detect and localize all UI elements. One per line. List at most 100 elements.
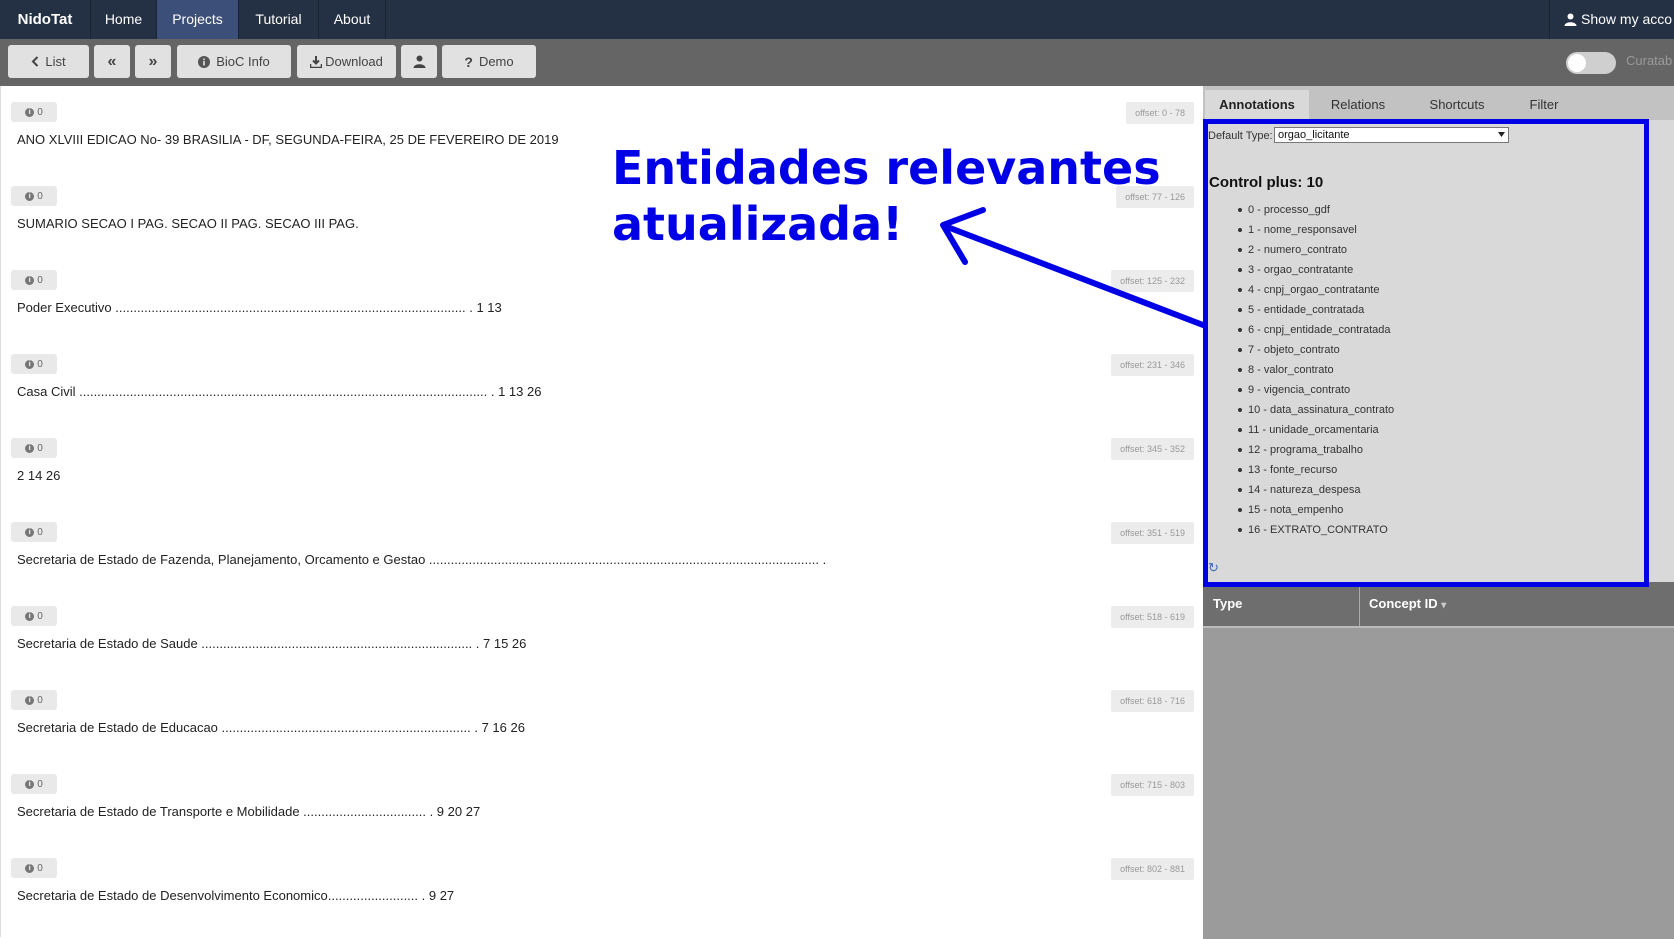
next-document-button[interactable]: » xyxy=(135,45,171,78)
account-menu[interactable]: Show my acco xyxy=(1549,0,1674,39)
passage-text[interactable]: Secretaria de Estado de Desenvolvimento … xyxy=(17,888,454,903)
passage: i0 offset: 802 - 881 Secretaria de Estad… xyxy=(1,842,1204,926)
passage-offset: offset: 351 - 519 xyxy=(1111,522,1194,544)
entity-type-item[interactable]: 15 - nota_empenho xyxy=(1237,500,1394,520)
passage-text[interactable]: Casa Civil .............................… xyxy=(17,384,541,399)
info-icon: i xyxy=(25,359,35,369)
annotation-count-badge[interactable]: i0 xyxy=(11,102,57,122)
entity-type-item[interactable]: 0 - processo_gdf xyxy=(1237,200,1394,220)
passage-text[interactable]: Secretaria de Estado de Saude ..........… xyxy=(17,636,526,651)
control-plus-heading: Control plus: 10 xyxy=(1209,174,1324,191)
info-icon: i xyxy=(25,275,35,285)
passage: i0 offset: 351 - 519 Secretaria de Estad… xyxy=(1,506,1204,590)
passage-text[interactable]: SUMARIO SECAO I PAG. SECAO II PAG. SECAO… xyxy=(17,216,359,231)
column-type[interactable]: Type xyxy=(1213,582,1242,626)
passage: i0 offset: 345 - 352 2 14 26 xyxy=(1,422,1204,506)
annotation-count-badge[interactable]: i0 xyxy=(11,270,57,290)
info-icon: i xyxy=(25,863,35,873)
info-icon: i xyxy=(25,695,35,705)
nav-tutorial[interactable]: Tutorial xyxy=(239,0,319,39)
entity-type-item[interactable]: 9 - vigencia_contrato xyxy=(1237,380,1394,400)
entity-type-item[interactable]: 4 - cnpj_orgao_contratante xyxy=(1237,280,1394,300)
annotation-count-badge[interactable]: i0 xyxy=(11,438,57,458)
entity-type-item[interactable]: 14 - natureza_despesa xyxy=(1237,480,1394,500)
curatable-toggle-label: Curatab xyxy=(1626,53,1673,68)
list-button[interactable]: List xyxy=(8,45,89,78)
entity-type-item[interactable]: 7 - objeto_contrato xyxy=(1237,340,1394,360)
nav-about[interactable]: About xyxy=(319,0,386,39)
passage: i0 offset: 518 - 619 Secretaria de Estad… xyxy=(1,590,1204,674)
bioc-info-button[interactable]: BioC Info xyxy=(177,45,291,78)
passage: i0 offset: 231 - 346 Casa Civil ........… xyxy=(1,338,1204,422)
entity-type-item[interactable]: 6 - cnpj_entidade_contratada xyxy=(1237,320,1394,340)
passage-text[interactable]: Poder Executivo ........................… xyxy=(17,300,502,315)
info-icon: i xyxy=(25,527,35,537)
passage-text[interactable]: Secretaria de Estado de Educacao .......… xyxy=(17,720,525,735)
annotation-count-badge[interactable]: i0 xyxy=(11,690,57,710)
top-navbar: NidoTat Home Projects Tutorial About Sho… xyxy=(0,0,1674,39)
passage-text[interactable]: ANO XLVIII EDICAO No- 39 BRASILIA - DF, … xyxy=(17,132,559,147)
annotation-count: 0 xyxy=(37,862,43,874)
passage-offset: offset: 345 - 352 xyxy=(1111,438,1194,460)
annotation-count-badge[interactable]: i0 xyxy=(11,186,57,206)
download-label: Download xyxy=(325,54,383,69)
tab-relations[interactable]: Relations xyxy=(1309,90,1407,120)
annotation-count: 0 xyxy=(37,778,43,790)
passage-text[interactable]: 2 14 26 xyxy=(17,468,60,483)
annotation-table-body xyxy=(1203,626,1674,939)
account-label: Show my acco xyxy=(1581,11,1673,27)
entity-type-item[interactable]: 1 - nome_responsavel xyxy=(1237,220,1394,240)
annotation-count-badge[interactable]: i0 xyxy=(11,858,57,878)
entity-type-item[interactable]: 11 - unidade_orcamentaria xyxy=(1237,420,1394,440)
chevron-left-icon xyxy=(31,56,39,67)
entity-type-item[interactable]: 8 - valor_contrato xyxy=(1237,360,1394,380)
entity-type-item[interactable]: 10 - data_assinatura_contrato xyxy=(1237,400,1394,420)
document-toolbar: List « » BioC Info Download ? Demo Curat… xyxy=(0,39,1674,86)
tab-shortcuts[interactable]: Shortcuts xyxy=(1407,90,1507,120)
entity-type-item[interactable]: 13 - fonte_recurso xyxy=(1237,460,1394,480)
question-icon: ? xyxy=(464,53,473,70)
nav-home[interactable]: Home xyxy=(91,0,157,39)
annotation-count-badge[interactable]: i0 xyxy=(11,354,57,374)
callout-line-1: Entidades relevantes xyxy=(612,141,1161,195)
toggle-knob xyxy=(1568,54,1586,72)
annotation-count-badge[interactable]: i0 xyxy=(11,522,57,542)
passage-offset: offset: 231 - 346 xyxy=(1111,354,1194,376)
user-icon xyxy=(413,55,425,68)
column-concept-id-label: Concept ID xyxy=(1369,596,1438,611)
curatable-toggle[interactable] xyxy=(1566,52,1616,74)
column-concept-id[interactable]: Concept ID ▾ xyxy=(1369,582,1446,626)
annotation-count-badge[interactable]: i0 xyxy=(11,606,57,626)
user-button[interactable] xyxy=(401,45,437,78)
entity-type-item[interactable]: 16 - EXTRATO_CONTRATO xyxy=(1237,520,1394,540)
passage-offset: offset: 0 - 78 xyxy=(1126,102,1194,124)
tab-filter[interactable]: Filter xyxy=(1507,90,1581,120)
user-icon xyxy=(1564,13,1577,26)
previous-document-button[interactable]: « xyxy=(94,45,130,78)
passage-text[interactable]: Secretaria de Estado de Fazenda, Planeja… xyxy=(17,552,826,567)
annotation-count: 0 xyxy=(37,694,43,706)
entity-type-item[interactable]: 5 - entidade_contratada xyxy=(1237,300,1394,320)
tab-annotations[interactable]: Annotations xyxy=(1205,90,1309,120)
passage-text[interactable]: Secretaria de Estado de Transporte e Mob… xyxy=(17,804,480,819)
nav-projects[interactable]: Projects xyxy=(157,0,239,39)
info-icon: i xyxy=(25,443,35,453)
entity-type-item[interactable]: 12 - programa_trabalho xyxy=(1237,440,1394,460)
annotation-count-badge[interactable]: i0 xyxy=(11,774,57,794)
default-type-select[interactable]: orgao_licitante xyxy=(1274,127,1509,143)
list-button-label: List xyxy=(45,54,66,69)
annotations-pane: Default Type: orgao_licitante Control pl… xyxy=(1203,120,1674,582)
passage: i0 offset: 125 - 232 Poder Executivo ...… xyxy=(1,254,1204,338)
entity-type-item[interactable]: 2 - numero_contrato xyxy=(1237,240,1394,260)
passage: i0 offset: 715 - 803 Secretaria de Estad… xyxy=(1,758,1204,842)
passage: i0 offset: 618 - 716 Secretaria de Estad… xyxy=(1,674,1204,758)
entity-type-item[interactable]: 3 - orgao_contratante xyxy=(1237,260,1394,280)
info-icon: i xyxy=(25,611,35,621)
brand-logo[interactable]: NidoTat xyxy=(0,0,91,39)
download-button[interactable]: Download xyxy=(297,45,396,78)
entity-type-list: 0 - processo_gdf 1 - nome_responsavel 2 … xyxy=(1237,200,1394,540)
refresh-icon[interactable]: ↻ xyxy=(1208,560,1219,576)
annotation-count: 0 xyxy=(37,106,43,118)
demo-button[interactable]: ? Demo xyxy=(442,45,536,78)
demo-label: Demo xyxy=(478,54,514,69)
